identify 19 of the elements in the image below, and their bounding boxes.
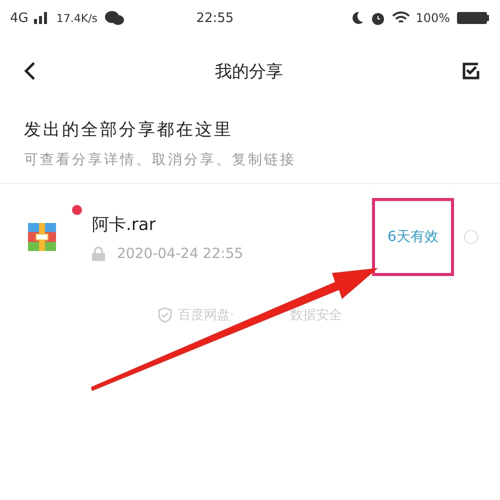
intro-subtitle: 可查看分享详情、取消分享、复制链接 [24,151,297,169]
validity-label: 6天有效 [372,198,454,276]
select-radio[interactable] [464,230,478,244]
file-name: 阿卡.rar [92,214,157,236]
share-date: 2020-04-24 22:55 [117,246,244,262]
battery-icon [456,11,490,25]
battery-percent: 100% [416,11,450,25]
clock-time: 22:55 [196,10,234,26]
page-title: 我的分享 [214,60,284,82]
wifi-icon [392,11,410,25]
moon-icon [350,11,364,25]
shield-icon [158,307,172,323]
back-icon[interactable] [24,61,36,81]
chat-icon [104,10,124,26]
network-speed: 17.4K/s [56,12,98,24]
intro-headline: 发出的全部分享都在这里 [24,119,234,141]
checkbox-select-icon[interactable] [462,62,480,80]
alarm-icon [370,10,386,26]
network-label: 4G [10,10,28,26]
